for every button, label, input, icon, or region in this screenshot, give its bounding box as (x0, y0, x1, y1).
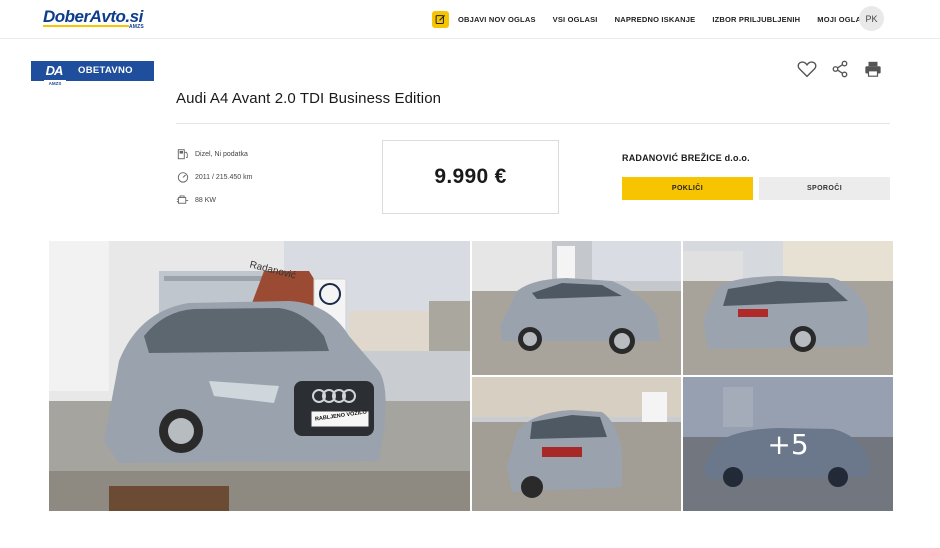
seller-name[interactable]: RADANOVIĆ BREŽICE d.o.o. (622, 153, 750, 163)
nav-all-listings[interactable]: VSI OGLASI (553, 15, 598, 24)
logo-sub: AMZS (129, 24, 144, 30)
more-photos-overlay[interactable]: +5 (683, 377, 893, 511)
site-header: DoberAvto.si AMZS OBJAVI NOV OGLAS VSI O… (0, 0, 940, 39)
spec-fuel: Dizel, Ni podatka (176, 148, 248, 160)
nav-favorites[interactable]: IZBOR PRILJUBLJENIH (712, 15, 800, 24)
badge-logo-sub: AMZS (44, 80, 66, 87)
gallery-thumb-4[interactable]: +5 (683, 377, 893, 511)
message-button[interactable]: SPOROČI (759, 177, 890, 200)
nav-advanced-search[interactable]: NAPREDNO ISKANJE (615, 15, 696, 24)
listing-actions (797, 59, 896, 79)
mandatory-badge: DA AMZS OBETAVNO (31, 61, 154, 87)
title-divider (176, 123, 890, 124)
badge-logo-text: DA (45, 63, 64, 78)
spec-fuel-text: Dizel, Ni podatka (195, 150, 248, 158)
call-button[interactable]: POKLIČI (622, 177, 753, 200)
main-photo[interactable]: Radanović RABLJENO VOZILO (49, 241, 470, 511)
edit-icon[interactable] (432, 11, 449, 28)
spec-year-mileage-text: 2011 / 215.450 km (195, 173, 253, 181)
user-avatar[interactable]: PK (859, 6, 884, 31)
gallery-thumb-1[interactable] (472, 241, 681, 375)
engine-icon (176, 194, 189, 206)
badge-logo: DA AMZS (40, 63, 68, 87)
nav-new-listing[interactable]: OBJAVI NOV OGLAS (458, 15, 536, 24)
gallery-thumb-2[interactable] (683, 241, 893, 375)
fuel-pump-icon (176, 148, 189, 160)
site-logo[interactable]: DoberAvto.si AMZS (43, 8, 145, 30)
badge-label: OBETAVNO (78, 65, 133, 76)
price-box: 9.990 € (382, 140, 559, 214)
logo-text: DoberAvto.si (43, 7, 143, 26)
spec-power: 88 KW (176, 194, 216, 206)
printer-icon[interactable] (863, 59, 883, 79)
speedometer-icon (176, 171, 189, 183)
price: 9.990 € (434, 165, 507, 188)
heart-icon[interactable] (797, 59, 817, 79)
gallery-thumb-3[interactable] (472, 377, 681, 511)
share-icon[interactable] (830, 59, 850, 79)
logo-underline (43, 25, 129, 27)
main-nav: OBJAVI NOV OGLAS VSI OGLASI NAPREDNO ISK… (432, 0, 886, 39)
spec-year-mileage: 2011 / 215.450 km (176, 171, 252, 183)
spec-power-text: 88 KW (195, 196, 217, 204)
listing-title: Audi A4 Avant 2.0 TDI Business Edition (176, 90, 442, 107)
